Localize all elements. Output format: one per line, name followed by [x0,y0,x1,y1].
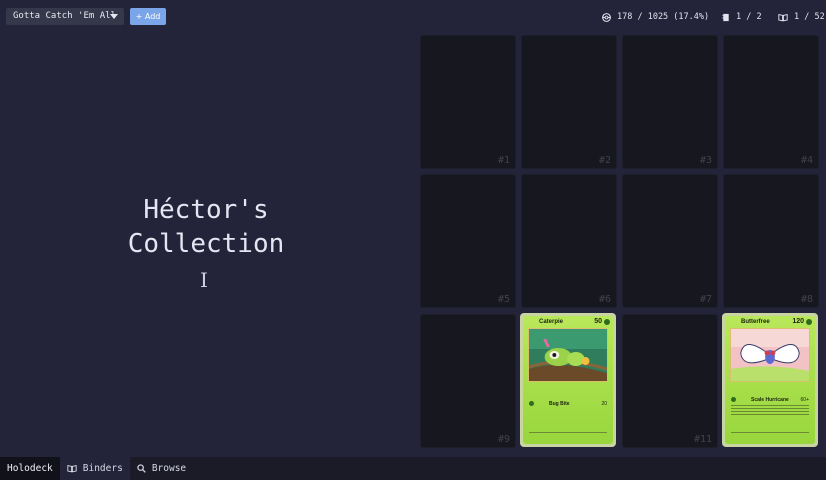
bottom-nav: Holodeck Binders Browse [0,457,826,480]
caterpie-illustration [528,329,608,381]
slot-number: #8 [800,294,813,305]
grass-energy-icon [806,319,812,325]
card-face: Caterpie 50 Bug Bite 20 [523,316,613,444]
page-count: 1 / 52 [794,12,825,22]
grass-energy-cost-icon [731,397,736,402]
card-slot-6[interactable]: #6 [521,174,617,308]
search-icon [137,464,146,473]
binder-select-value: Gotta Catch 'Em All [13,11,116,21]
attack-name: Bug Bite [549,401,570,407]
grass-energy-icon [604,319,610,325]
open-book-icon [67,465,77,473]
tab-holodeck-label: Holodeck [7,463,53,474]
slot-number: #4 [800,155,813,166]
card-slot-1[interactable]: #1 [420,35,516,169]
card-footer [529,432,607,440]
card-hp: 120 [792,318,804,325]
attack-damage: 20 [601,401,607,407]
tab-browse[interactable]: Browse [130,457,193,480]
card-slot-8[interactable]: #8 [723,174,819,308]
tab-browse-label: Browse [151,463,187,474]
card-slot-5[interactable]: #5 [420,174,516,308]
card-hp: 50 [594,318,602,325]
pokeball-icon [602,12,611,22]
caterpie-artwork [528,328,608,382]
slot-number: #6 [598,294,611,305]
binder-count: 1 / 2 [736,12,762,22]
attack-description [731,405,809,417]
butterfree-artwork [730,328,810,382]
top-bar: Gotta Catch 'Em All + Add 178 / 1025 (17… [0,0,826,32]
text-cursor: I [200,268,208,292]
card-face: Butterfree 120 Scale Hurricane 60+ [725,316,815,444]
card-slot-7[interactable]: #7 [622,174,718,308]
binder-icon [722,13,729,21]
attack-damage: 60+ [800,397,809,403]
owned-count: 178 / 1025 (17.4%) [617,12,710,22]
card-name: Caterpie [539,319,564,325]
owned-count-stat: 178 / 1025 (17.4%) [602,11,709,23]
collection-title-line-2: Collection [127,229,285,259]
collection-title: Héctor's Collection [60,193,352,261]
page-count-stat: 1 / 52 [778,11,825,23]
card-footer [731,432,809,440]
card-name: Butterfree [741,319,770,325]
add-button[interactable]: + Add [130,8,166,25]
collection-title-line-1: Héctor's [143,195,269,225]
open-book-icon [778,13,788,21]
card-butterfree[interactable]: Butterfree 120 Scale Hurricane 60+ [722,313,818,447]
card-slot-3[interactable]: #3 [622,35,718,169]
card-header: Butterfree 120 [728,318,812,327]
attack-name: Scale Hurricane [751,397,789,403]
tab-binders[interactable]: Binders [59,457,130,480]
card-slot-9[interactable]: #9 [420,314,516,448]
tab-holodeck[interactable]: Holodeck [0,457,60,480]
chevron-down-icon [110,14,118,19]
card-caterpie[interactable]: Caterpie 50 Bug Bite 20 [520,313,616,447]
card-slot-11[interactable]: #11 [622,314,718,448]
slot-number: #3 [699,155,712,166]
slot-number: #5 [497,294,510,305]
tab-binders-label: Binders [82,463,123,474]
slot-number: #2 [598,155,611,166]
card-slot-2[interactable]: #2 [521,35,617,169]
grass-energy-cost-icon [529,401,534,406]
slot-number: #11 [693,434,712,445]
slot-number: #9 [497,434,510,445]
binder-count-stat: 1 / 2 [722,11,762,23]
card-header: Caterpie 50 [526,318,610,327]
butterfree-illustration [731,329,809,381]
slot-number: #1 [497,155,510,166]
slot-number: #7 [699,294,712,305]
card-slot-4[interactable]: #4 [723,35,819,169]
binder-select[interactable]: Gotta Catch 'Em All [6,8,124,25]
